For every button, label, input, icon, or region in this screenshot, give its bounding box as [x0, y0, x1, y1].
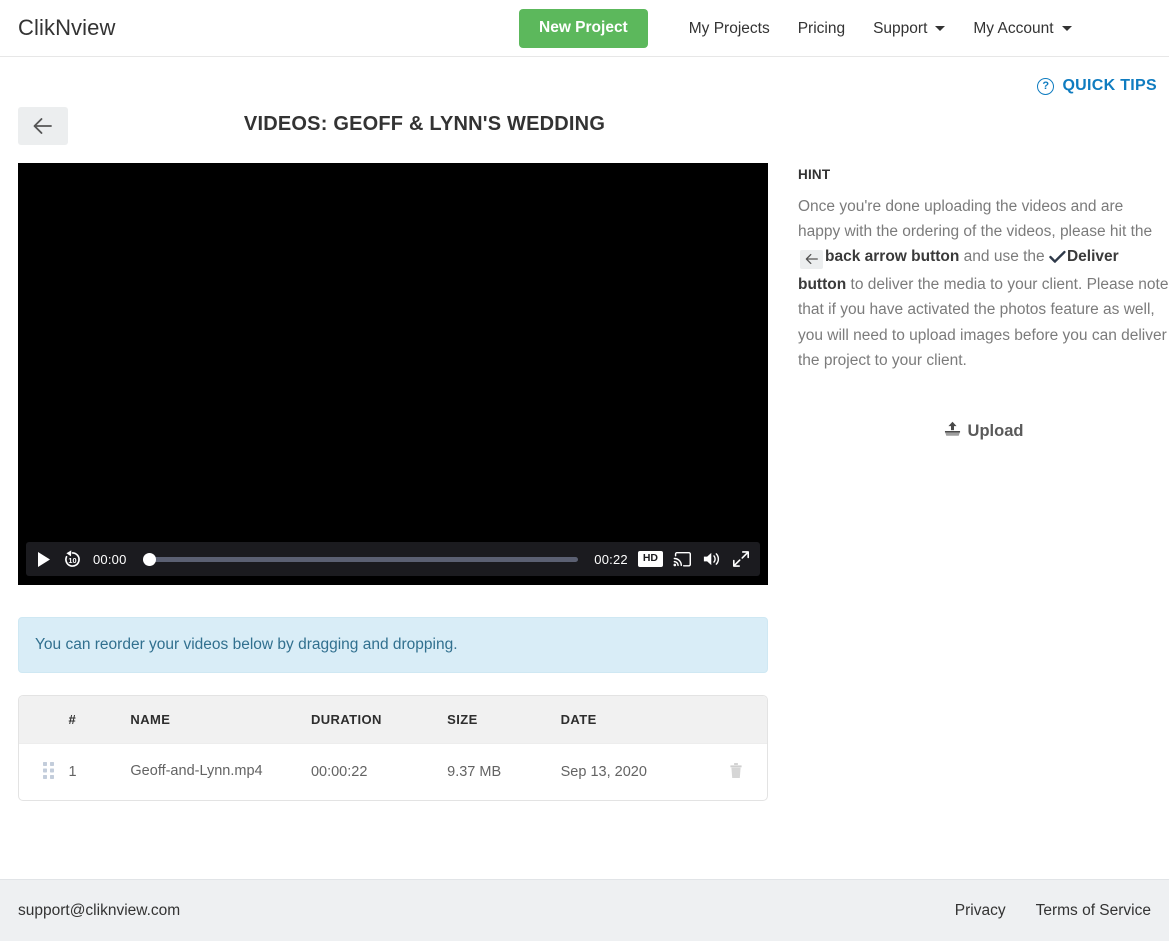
reorder-info-banner: You can reorder your videos below by dra… — [18, 617, 768, 673]
footer-link-terms[interactable]: Terms of Service — [1036, 902, 1151, 920]
hint-text-part-2: and use the — [959, 248, 1049, 266]
column-header-duration: DURATION — [310, 712, 382, 727]
row-date: Sep 13, 2020 — [560, 743, 706, 800]
left-column: 10 00:00 00:22 HD You can reorder your v… — [18, 163, 768, 801]
nav-item-my-account[interactable]: My Account — [959, 20, 1085, 38]
volume-button[interactable] — [702, 550, 722, 568]
fullscreen-button[interactable] — [732, 550, 750, 568]
page-footer: support@cliknview.com Privacy Terms of S… — [0, 879, 1169, 941]
upload-icon — [944, 421, 961, 443]
nav-item-label: Support — [873, 19, 928, 37]
column-header-actions — [705, 696, 767, 744]
hint-text: Once you're done uploading the videos an… — [798, 194, 1169, 373]
seek-bar[interactable] — [142, 542, 579, 576]
fullscreen-icon — [732, 551, 750, 567]
table-header-row: # NAME DURATION SIZE DATE — [19, 696, 767, 744]
title-bar: VIDEOS: GEOFF & LYNN'S WEDDING — [0, 107, 1169, 163]
row-number: 1 — [68, 743, 131, 800]
reorder-info-text: You can reorder your videos below by dra… — [35, 636, 458, 653]
nav-right-group: New Project My Projects Pricing Support … — [519, 0, 1086, 57]
column-header-handle — [19, 696, 69, 744]
brand-logo[interactable]: ClikNview — [18, 15, 115, 41]
videos-table-head: # NAME DURATION SIZE DATE — [19, 696, 767, 744]
row-size: 9.37 MB — [447, 743, 561, 800]
chevron-down-icon — [1061, 26, 1072, 31]
page-title: VIDEOS: GEOFF & LYNN'S WEDDING — [243, 113, 606, 135]
right-column: HINT Once you're done uploading the vide… — [798, 163, 1169, 801]
nav-item-label: My Account — [973, 19, 1054, 37]
volume-high-icon — [703, 552, 719, 566]
quick-tips-label: QUICK TIPS — [1062, 77, 1157, 94]
video-controls-bar: 10 00:00 00:22 HD — [26, 542, 760, 576]
quick-tips-row: ? QUICK TIPS — [0, 57, 1169, 97]
upload-area: Upload — [798, 417, 1169, 447]
upload-label: Upload — [967, 422, 1024, 441]
top-navbar: ClikNview New Project My Projects Pricin… — [0, 0, 1169, 57]
cast-button[interactable] — [673, 551, 692, 568]
hint-text-part-3: to deliver the media to your client. Ple… — [798, 276, 1169, 369]
hint-heading: HINT — [798, 167, 831, 182]
column-header-date: DATE — [560, 712, 597, 727]
quality-hd-button[interactable]: HD — [637, 551, 663, 567]
nav-item-label: Pricing — [797, 19, 846, 37]
replay-10-button[interactable]: 10 — [62, 549, 83, 570]
cast-icon — [673, 551, 692, 567]
nav-item-support[interactable]: Support — [859, 20, 959, 38]
column-header-number: # — [68, 712, 77, 727]
new-project-button[interactable]: New Project — [519, 9, 648, 48]
inline-arrow-left-icon — [800, 249, 823, 269]
hint-text-part-1: Once you're done uploading the videos an… — [798, 198, 1153, 241]
question-circle-icon: ? — [1037, 77, 1055, 95]
current-time-label: 00:00 — [93, 551, 127, 567]
video-player[interactable]: 10 00:00 00:22 HD — [18, 163, 768, 585]
main-content: 10 00:00 00:22 HD You can reorder your v… — [0, 163, 1169, 801]
duration-label: 00:22 — [594, 551, 628, 567]
upload-button[interactable]: Upload — [940, 417, 1028, 447]
videos-table-card: # NAME DURATION SIZE DATE 1 Geoff-and-Ly… — [18, 695, 768, 801]
check-icon — [1049, 247, 1066, 272]
column-header-name: NAME — [130, 712, 171, 727]
table-row[interactable]: 1 Geoff-and-Lynn.mp4 00:00:22 9.37 MB Se… — [19, 743, 767, 800]
delete-video-button[interactable] — [727, 760, 745, 784]
app-page: ClikNview New Project My Projects Pricin… — [0, 0, 1169, 941]
support-email-link[interactable]: support@cliknview.com — [18, 902, 180, 920]
drag-handle-icon[interactable] — [43, 761, 54, 783]
column-header-size: SIZE — [447, 712, 478, 727]
trash-icon — [730, 763, 742, 778]
seek-bar-track — [142, 556, 579, 562]
replay-10-icon: 10 — [65, 549, 80, 567]
nav-item-label: My Projects — [688, 19, 770, 37]
quick-tips-button[interactable]: ? QUICK TIPS — [1037, 77, 1157, 95]
footer-links: Privacy Terms of Service — [955, 902, 1151, 920]
footer-link-privacy[interactable]: Privacy — [955, 902, 1006, 920]
hint-bold-back-arrow: back arrow button — [825, 248, 960, 266]
play-button[interactable] — [36, 551, 52, 568]
videos-table: # NAME DURATION SIZE DATE 1 Geoff-and-Ly… — [19, 696, 767, 800]
seek-bar-handle[interactable] — [142, 552, 156, 566]
videos-table-body: 1 Geoff-and-Lynn.mp4 00:00:22 9.37 MB Se… — [19, 743, 767, 800]
row-file-name: Geoff-and-Lynn.mp4 — [130, 763, 263, 780]
nav-item-my-projects[interactable]: My Projects — [675, 20, 784, 38]
row-duration: 00:00:22 — [310, 743, 448, 800]
play-icon — [38, 551, 50, 567]
nav-item-pricing[interactable]: Pricing — [784, 20, 859, 38]
svg-text:10: 10 — [68, 556, 76, 565]
row-drag-cell[interactable] — [19, 743, 69, 800]
chevron-down-icon — [935, 26, 946, 31]
